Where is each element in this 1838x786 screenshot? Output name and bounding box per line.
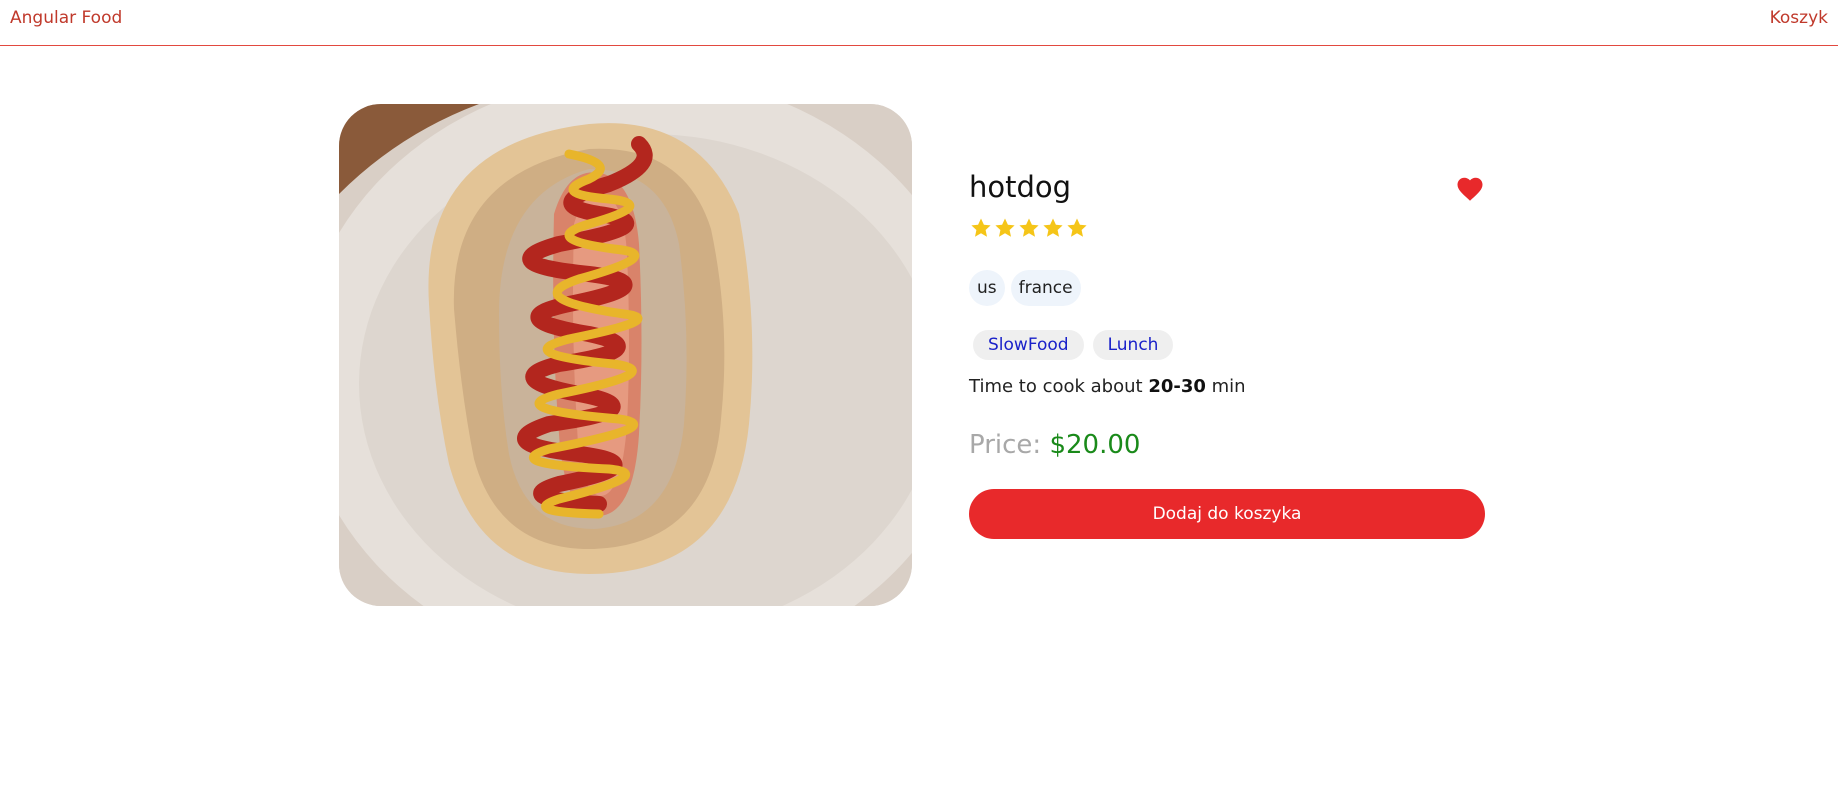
tag-chip-slowfood[interactable]: SlowFood	[973, 330, 1084, 360]
star-icon	[969, 216, 993, 240]
price-value: $20.00	[1049, 430, 1141, 460]
tag-list: SlowFood Lunch	[973, 330, 1174, 360]
cook-time-suffix: min	[1211, 376, 1246, 397]
cook-time-prefix: Time to cook about	[969, 376, 1143, 397]
add-to-cart-button[interactable]: Dodaj do koszyka	[969, 489, 1485, 539]
top-navbar: Angular Food Koszyk	[0, 0, 1838, 46]
food-details: hotdog us france SlowFood Lunch Time to …	[969, 104, 1485, 606]
brand-link[interactable]: Angular Food	[10, 8, 122, 28]
hotdog-photo	[339, 104, 912, 606]
cart-link[interactable]: Koszyk	[1770, 8, 1828, 28]
title-row: hotdog	[969, 170, 1485, 210]
price-label: Price:	[969, 430, 1042, 460]
star-icon	[1041, 216, 1065, 240]
cook-time-value: 20-30	[1148, 376, 1206, 397]
cook-time: Time to cook about 20-30 min	[969, 376, 1246, 397]
food-image	[339, 104, 912, 606]
star-icon	[1017, 216, 1041, 240]
origin-chip-us: us	[969, 270, 1005, 306]
star-icon	[993, 216, 1017, 240]
price: Price: $20.00	[969, 430, 1140, 460]
star-rating	[969, 216, 1089, 244]
star-icon	[1065, 216, 1089, 240]
origin-list: us france	[969, 270, 1081, 306]
food-name: hotdog	[969, 170, 1072, 204]
origin-chip-france: france	[1010, 270, 1081, 306]
tag-chip-lunch[interactable]: Lunch	[1092, 330, 1174, 360]
heart-icon[interactable]	[1455, 174, 1485, 204]
